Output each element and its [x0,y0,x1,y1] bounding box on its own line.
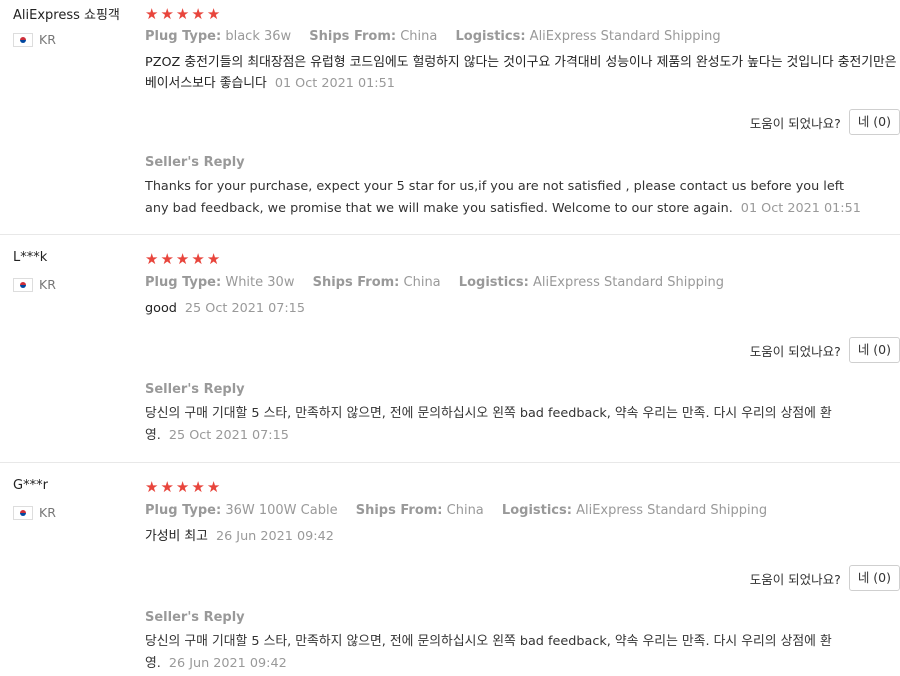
country-code: KR [39,505,56,520]
attr-key: Logistics: [458,275,529,290]
attr-key: Logistics: [455,29,526,44]
review-text: PZOZ 충전기들의 최대장점은 유럽형 코드임에도 헐렁하지 않다는 것이구요… [145,55,897,91]
helpful-yes-button[interactable]: 네 (0) [848,109,900,135]
seller-reply: 당신의 구매 기대할 5 스타, 만족하지 않으면, 전에 문의하십시오 왼쪽 … [145,403,865,447]
star-icon: ★ [160,250,174,268]
attr-value: AliExpress Standard Shipping [529,29,721,44]
korea-flag-icon [13,32,33,47]
helpful-label: 도움이 되었나요? [749,115,841,131]
attr-key: Ships From: [309,29,397,44]
seller-reply-title: Seller's Reply [145,610,245,625]
helpful-section: 도움이 되었나요? 네 (0) [750,337,900,363]
star-icon: ★ [206,478,221,496]
reviewer-country: KR [13,505,56,520]
korea-flag-icon [13,505,33,520]
review-text: 가성비 최고 [145,529,208,544]
attr-value: AliExpress Standard Shipping [532,275,724,290]
reviewer-name: AliExpress 쇼핑객 [13,8,120,23]
product-attributes: Plug Type: black 36w Ships From: China L… [145,29,735,44]
star-icon: ★ [175,5,190,23]
seller-reply-title: Seller's Reply [145,155,245,170]
star-icon: ★ [175,478,190,496]
reply-timestamp: 26 Jun 2021 09:42 [168,656,287,671]
attr-key: Plug Type: [145,29,222,44]
reply-timestamp: 01 Oct 2021 01:51 [740,201,861,216]
helpful-label: 도움이 되었나요? [749,343,841,359]
review-timestamp: 25 Oct 2021 07:15 [184,301,305,316]
review-divider [0,462,900,463]
star-icon: ★ [145,478,159,496]
attr-value: White 30w [225,275,295,290]
star-icon: ★ [206,250,221,268]
star-rating: ★ ★ ★ ★ ★ [145,479,220,495]
star-icon: ★ [160,478,174,496]
country-code: KR [39,32,56,47]
korea-flag-icon [13,277,33,292]
star-rating: ★ ★ ★ ★ ★ [145,251,220,267]
star-icon: ★ [191,478,205,496]
attr-value: 36W 100W Cable [225,503,338,518]
attr-value: black 36w [225,29,292,44]
review-timestamp: 26 Jun 2021 09:42 [215,529,334,544]
attr-value: China [400,29,438,44]
review-content: PZOZ 충전기들의 최대장점은 유럽형 코드임에도 헐렁하지 않다는 것이구요… [145,52,897,94]
attr-key: Plug Type: [145,503,222,518]
seller-reply: Thanks for your purchase, expect your 5 … [145,176,865,220]
country-code: KR [39,277,56,292]
star-icon: ★ [191,250,205,268]
review-timestamp: 01 Oct 2021 01:51 [274,76,395,91]
star-icon: ★ [175,250,190,268]
attr-value: China [403,275,441,290]
attr-key: Logistics: [501,503,572,518]
attr-value: China [446,503,484,518]
seller-reply-text: Thanks for your purchase, expect your 5 … [145,179,845,216]
reviewer-country: KR [13,277,56,292]
helpful-yes-button[interactable]: 네 (0) [848,565,900,591]
reply-timestamp: 25 Oct 2021 07:15 [168,428,289,443]
review-content: good 25 Oct 2021 07:15 [145,298,897,319]
star-rating: ★ ★ ★ ★ ★ [145,6,220,22]
helpful-section: 도움이 되었나요? 네 (0) [750,109,900,135]
reviewer-country: KR [13,32,56,47]
star-icon: ★ [191,5,205,23]
attr-key: Plug Type: [145,275,222,290]
star-icon: ★ [145,250,159,268]
star-icon: ★ [145,5,159,23]
reviewer-name: G***r [13,478,48,493]
helpful-section: 도움이 되었나요? 네 (0) [750,565,900,591]
reviewer-name: L***k [13,250,48,265]
star-icon: ★ [206,5,221,23]
review-content: 가성비 최고 26 Jun 2021 09:42 [145,526,897,547]
product-attributes: Plug Type: 36W 100W Cable Ships From: Ch… [145,503,781,518]
attr-value: AliExpress Standard Shipping [576,503,768,518]
attr-key: Ships From: [355,503,443,518]
helpful-yes-button[interactable]: 네 (0) [848,337,900,363]
star-icon: ★ [160,5,174,23]
review-text: good [145,301,177,316]
helpful-label: 도움이 되었나요? [749,571,841,587]
attr-key: Ships From: [312,275,400,290]
product-attributes: Plug Type: White 30w Ships From: China L… [145,275,738,290]
review-divider [0,234,900,235]
seller-reply-title: Seller's Reply [145,382,245,397]
seller-reply: 당신의 구매 기대할 5 스타, 만족하지 않으면, 전에 문의하십시오 왼쪽 … [145,631,865,675]
